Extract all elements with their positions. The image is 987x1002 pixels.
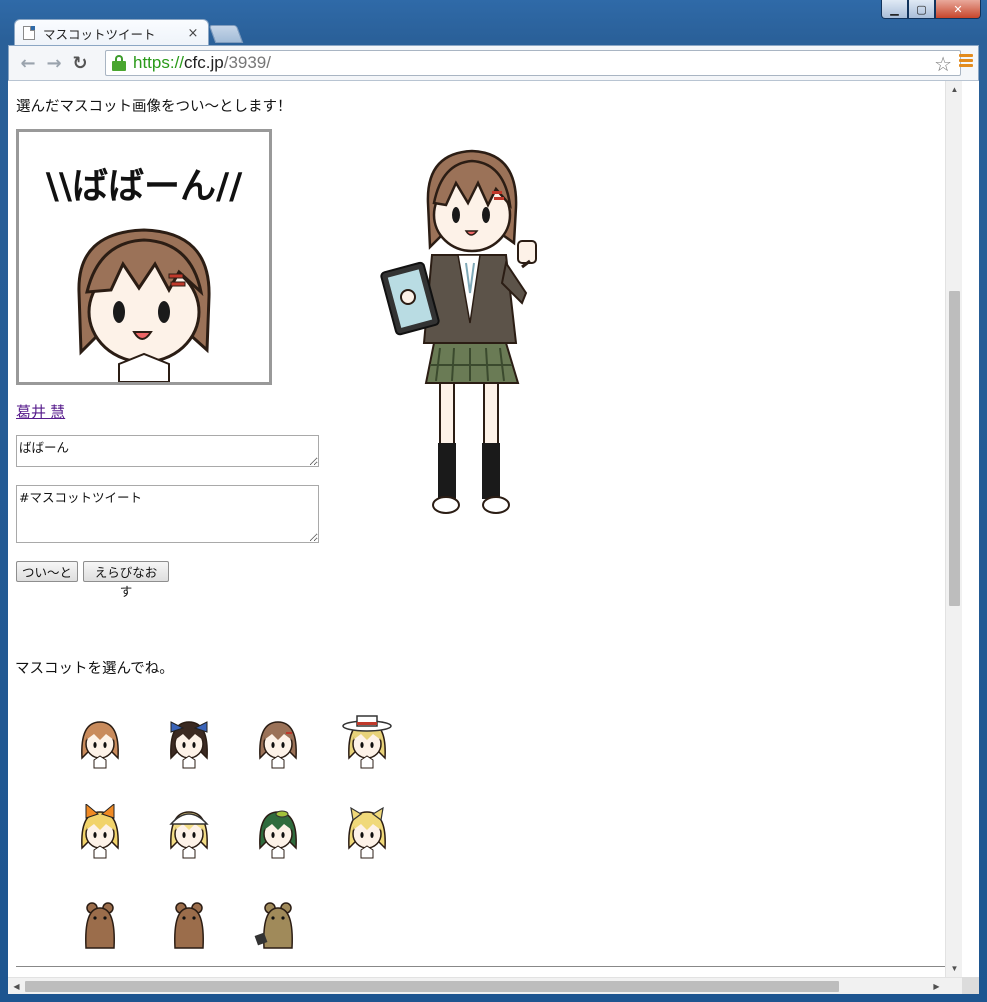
- rechoose-button[interactable]: えらびなおす: [83, 561, 169, 599]
- tweet-button[interactable]: つい～と: [16, 561, 78, 582]
- intro-text: 選んだマスコット画像をつい～とします！: [16, 99, 292, 115]
- url-path: /3939/: [223, 53, 271, 72]
- hashtag-textarea[interactable]: #マスコットツイート: [16, 485, 319, 543]
- tab-title: マスコットツイート: [43, 26, 156, 42]
- lock-icon: [112, 55, 126, 71]
- menu-icon[interactable]: [959, 54, 973, 70]
- horizontal-scrollbar[interactable]: ◀ ▶: [8, 977, 962, 994]
- preview-caption: \\ばばーん//: [46, 166, 243, 207]
- scroll-left-arrow-icon[interactable]: ◀: [8, 978, 25, 994]
- mascot-orange-hair-thumbnail[interactable]: [72, 714, 128, 770]
- mascot-bear-full-thumbnail[interactable]: [250, 894, 306, 950]
- back-arrow-icon[interactable]: ←: [15, 50, 41, 76]
- browser-window: ▁ ▢ ✕ マスコットツイート × ← → ↻ https://cfc.jp/3…: [0, 0, 987, 1002]
- forward-arrow-icon[interactable]: →: [41, 50, 67, 76]
- mascot-name-link[interactable]: 葛井 慧: [16, 401, 65, 422]
- page-divider: [16, 966, 956, 967]
- scroll-up-arrow-icon[interactable]: ▲: [946, 81, 963, 98]
- page-content: 選んだマスコット画像をつい～とします！ \\ばばーん// 葛井 慧 ばばーん #…: [8, 81, 962, 977]
- tab-strip: マスコットツイート ×: [0, 14, 987, 46]
- bookmark-star-icon[interactable]: ☆: [934, 52, 952, 77]
- reload-icon[interactable]: ↻: [67, 50, 93, 76]
- new-tab-button[interactable]: [208, 25, 244, 43]
- url-host: cfc.jp: [184, 53, 224, 72]
- tab-mascot-tweet[interactable]: マスコットツイート ×: [14, 19, 209, 46]
- message-textarea[interactable]: ばばーん: [16, 435, 319, 467]
- url-scheme: https://: [133, 53, 185, 72]
- mascot-white-bonnet-thumbnail[interactable]: [161, 804, 217, 860]
- vertical-scrollbar[interactable]: ▲ ▼: [945, 81, 962, 977]
- scroll-right-arrow-icon[interactable]: ▶: [928, 978, 945, 994]
- mascot-cat-ears-thumbnail[interactable]: [339, 804, 395, 860]
- tab-close-icon[interactable]: ×: [186, 26, 200, 41]
- full-body-mascot-image: [380, 149, 537, 514]
- mascot-orange-bow-thumbnail[interactable]: [72, 802, 128, 860]
- scrollbar-corner: [962, 977, 979, 994]
- page-icon: [23, 26, 35, 40]
- preview-illustration: \\ばばーん//: [46, 166, 243, 382]
- mascot-white-hat-thumbnail[interactable]: [339, 714, 395, 770]
- vertical-scroll-thumb[interactable]: [949, 291, 960, 606]
- mascot-blue-ribbon-thumbnail[interactable]: [161, 714, 217, 770]
- selected-mascot-preview: \\ばばーん//: [16, 129, 272, 385]
- mascot-bear-thumbnail[interactable]: [72, 894, 128, 950]
- page-viewport: 選んだマスコット画像をつい～とします！ \\ばばーん// 葛井 慧 ばばーん #…: [8, 81, 979, 994]
- mascot-bear-waving-thumbnail[interactable]: [161, 894, 217, 950]
- horizontal-scroll-thumb[interactable]: [25, 981, 839, 992]
- mascot-brown-hair-thumbnail[interactable]: [250, 714, 306, 770]
- choose-mascot-text: マスコットを選んでね。: [15, 661, 174, 677]
- mascot-green-hair-thumbnail[interactable]: [250, 804, 306, 860]
- browser-toolbar: ← → ↻ https://cfc.jp/3939/ ☆: [8, 45, 979, 81]
- scroll-down-arrow-icon[interactable]: ▼: [946, 960, 963, 977]
- address-bar[interactable]: https://cfc.jp/3939/ ☆: [105, 50, 961, 76]
